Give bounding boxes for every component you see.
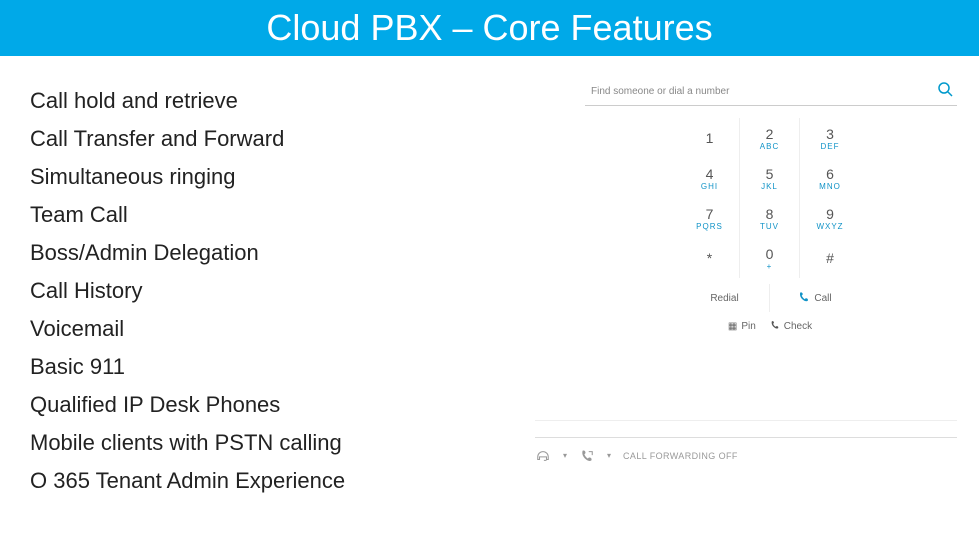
dial-key-8[interactable]: 8TUV bbox=[740, 198, 800, 238]
feature-item: Call History bbox=[30, 272, 445, 310]
check-label: Check bbox=[784, 321, 812, 332]
dial-key-2[interactable]: 2ABC bbox=[740, 118, 800, 158]
phone-icon bbox=[798, 291, 810, 306]
feature-item: Call hold and retrieve bbox=[30, 82, 445, 120]
dialpad: 1 2ABC 3DEF 4GHI 5JKL 6MNO 7PQRS 8TUV 9W… bbox=[680, 118, 860, 333]
feature-item: Basic 911 bbox=[30, 348, 445, 386]
call-label: Call bbox=[814, 293, 831, 304]
feature-item: Boss/Admin Delegation bbox=[30, 234, 445, 272]
skype-app-panel: Find someone or dial a number 1 2ABC 3DE… bbox=[475, 56, 979, 551]
pin-button[interactable]: ▦ Pin bbox=[728, 320, 756, 333]
chevron-down-icon[interactable]: ▾ bbox=[607, 451, 611, 460]
dial-key-5[interactable]: 5JKL bbox=[740, 158, 800, 198]
dial-key-1[interactable]: 1 bbox=[680, 118, 740, 158]
features-column: Call hold and retrieve Call Transfer and… bbox=[0, 56, 475, 551]
feature-item: O 365 Tenant Admin Experience bbox=[30, 462, 445, 500]
dial-key-4[interactable]: 4GHI bbox=[680, 158, 740, 198]
dial-key-6[interactable]: 6MNO bbox=[800, 158, 860, 198]
dial-key-0[interactable]: 0+ bbox=[740, 238, 800, 278]
chevron-down-icon[interactable]: ▾ bbox=[563, 451, 567, 460]
dial-key-hash[interactable]: # bbox=[800, 238, 860, 278]
headset-icon[interactable] bbox=[535, 448, 551, 464]
forward-icon[interactable] bbox=[579, 448, 595, 464]
search-icon[interactable] bbox=[937, 81, 953, 102]
dial-key-9[interactable]: 9WXYZ bbox=[800, 198, 860, 238]
redial-button[interactable]: Redial bbox=[680, 284, 770, 312]
feature-item: Call Transfer and Forward bbox=[30, 120, 445, 158]
feature-item: Voicemail bbox=[30, 310, 445, 348]
dial-key-star[interactable]: * bbox=[680, 238, 740, 278]
dial-key-3[interactable]: 3DEF bbox=[800, 118, 860, 158]
grid-icon: ▦ bbox=[728, 321, 737, 332]
title-bar: Cloud PBX – Core Features bbox=[0, 0, 979, 56]
body-area: Call hold and retrieve Call Transfer and… bbox=[0, 56, 979, 551]
check-button[interactable]: Check bbox=[770, 320, 812, 333]
slide-title: Cloud PBX – Core Features bbox=[266, 7, 712, 49]
search-bar[interactable]: Find someone or dial a number bbox=[585, 78, 957, 106]
feature-item: Qualified IP Desk Phones bbox=[30, 386, 445, 424]
feature-item: Mobile clients with PSTN calling bbox=[30, 424, 445, 462]
feature-item: Simultaneous ringing bbox=[30, 158, 445, 196]
feature-item: Team Call bbox=[30, 196, 445, 234]
call-forwarding-status: CALL FORWARDING OFF bbox=[623, 451, 738, 461]
pin-label: Pin bbox=[741, 321, 755, 332]
redial-label: Redial bbox=[710, 293, 738, 304]
dial-key-7[interactable]: 7PQRS bbox=[680, 198, 740, 238]
divider bbox=[535, 420, 957, 421]
search-placeholder: Find someone or dial a number bbox=[591, 86, 729, 97]
slide: Cloud PBX – Core Features Call hold and … bbox=[0, 0, 979, 551]
call-button[interactable]: Call bbox=[770, 284, 860, 312]
phone-small-icon bbox=[770, 320, 780, 333]
status-footer: ▾ ▾ CALL FORWARDING OFF bbox=[535, 437, 957, 465]
app-window: Find someone or dial a number 1 2ABC 3DE… bbox=[475, 56, 979, 551]
